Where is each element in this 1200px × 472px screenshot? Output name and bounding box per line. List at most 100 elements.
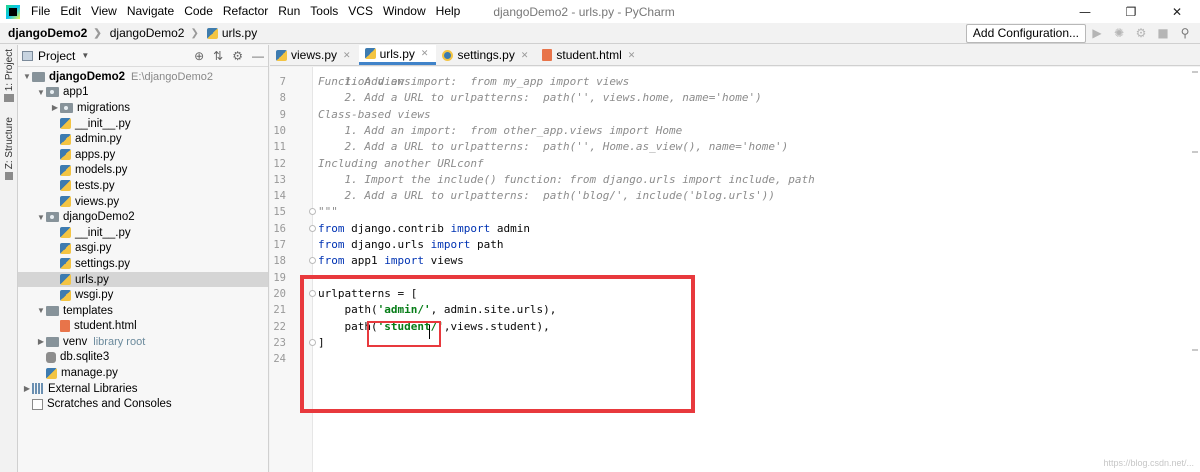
- expand-right-icon[interactable]: ▶: [22, 384, 32, 393]
- code-line: 14 2. Add a URL to urlpatterns: path('bl…: [270, 188, 1200, 204]
- expand-down-icon[interactable]: ▼: [36, 88, 46, 97]
- close-tab-icon[interactable]: ✕: [343, 50, 351, 61]
- expand-right-icon[interactable]: ▶: [50, 103, 60, 112]
- close-window-icon[interactable]: ✕: [1154, 0, 1200, 23]
- debug-icon[interactable]: ✺: [1112, 26, 1126, 40]
- expand-down-icon[interactable]: ▼: [22, 72, 32, 81]
- tree-item[interactable]: tests.py: [18, 178, 268, 194]
- tree-item[interactable]: admin.py: [18, 131, 268, 147]
- main-menu: File Edit View Navigate Code Refactor Run Tools…: [26, 0, 465, 23]
- locate-file-icon[interactable]: ⊕: [194, 49, 204, 63]
- fold-marker-icon[interactable]: [309, 257, 316, 265]
- code-token: 2. Add a URL to urlpatterns: path('', vi…: [318, 91, 762, 105]
- python-file-icon: [46, 367, 57, 379]
- tree-item-label: asgi.py: [75, 242, 112, 255]
- code-token: django.urls: [344, 238, 431, 251]
- tree-item[interactable]: apps.py: [18, 147, 268, 163]
- code-token: import: [450, 221, 491, 235]
- tree-item[interactable]: ▼ templates: [18, 303, 268, 319]
- expand-right-icon[interactable]: ▶: [36, 337, 46, 346]
- project-panel-title[interactable]: Project: [38, 49, 75, 63]
- expand-down-icon[interactable]: ▼: [36, 213, 46, 222]
- code-text: Including another URLconf: [318, 156, 484, 172]
- hide-panel-icon[interactable]: —: [252, 49, 264, 63]
- tree-item-label: manage.py: [61, 367, 118, 380]
- menu-item-code[interactable]: Code: [179, 0, 218, 23]
- tree-item[interactable]: ▶ migrations: [18, 100, 268, 116]
- tree-item[interactable]: wsgi.py: [18, 287, 268, 303]
- tree-item[interactable]: ▼ app1: [18, 85, 268, 101]
- menu-item-help[interactable]: Help: [431, 0, 466, 23]
- tree-item[interactable]: models.py: [18, 163, 268, 179]
- run-icon[interactable]: ▶: [1090, 26, 1104, 40]
- restore-icon[interactable]: ❐: [1108, 0, 1154, 23]
- menu-item-file[interactable]: File: [26, 0, 55, 23]
- add-configuration-button[interactable]: Add Configuration...: [965, 24, 1086, 43]
- expand-down-icon[interactable]: ▼: [36, 306, 46, 315]
- menu-item-window[interactable]: Window: [378, 0, 431, 23]
- code-token: 2. Add a URL to urlpatterns: path('blog/…: [318, 189, 775, 203]
- tree-item[interactable]: settings.py: [18, 256, 268, 272]
- tree-item[interactable]: ▼ djangoDemo2: [18, 209, 268, 225]
- breadcrumb-file[interactable]: urls.py: [199, 26, 257, 40]
- fold-marker-icon[interactable]: [309, 224, 316, 232]
- tree-item[interactable]: urls.py: [18, 271, 268, 288]
- line-number: 18: [273, 255, 286, 268]
- tree-item[interactable]: ▶ venv library root: [18, 334, 268, 350]
- gear-icon[interactable]: ⚙: [232, 49, 243, 63]
- menu-item-vcs[interactable]: VCS: [343, 0, 378, 23]
- menu-item-refactor[interactable]: Refactor: [218, 0, 273, 23]
- breadcrumb-package[interactable]: djangoDemo2 ❯: [102, 26, 199, 40]
- tree-item[interactable]: ▶ External Libraries: [18, 381, 268, 397]
- python-file-icon: [60, 242, 71, 254]
- tree-item[interactable]: manage.py: [18, 365, 268, 381]
- close-tab-icon[interactable]: ✕: [628, 50, 636, 61]
- python-file-icon: [60, 133, 71, 145]
- coverage-icon[interactable]: ⚙: [1134, 26, 1148, 40]
- tree-item[interactable]: db.sqlite3: [18, 350, 268, 366]
- editor-tab[interactable]: settings.py ✕: [436, 45, 536, 65]
- tree-item[interactable]: views.py: [18, 194, 268, 210]
- code-line: 12 Including another URLconf: [270, 156, 1200, 172]
- tree-item[interactable]: ▼ djangoDemo2 E:\djangoDemo2: [18, 69, 268, 85]
- highlight-box-urlpatterns: [300, 275, 695, 413]
- tree-item[interactable]: Scratches and Consoles: [18, 396, 268, 412]
- line-number: 24: [273, 353, 286, 366]
- editor-tab[interactable]: urls.py ✕: [358, 45, 437, 65]
- menu-item-tools[interactable]: Tools: [305, 0, 343, 23]
- menu-item-navigate[interactable]: Navigate: [122, 0, 179, 23]
- search-everywhere-icon[interactable]: ⚲: [1178, 26, 1192, 40]
- python-file-icon: [60, 258, 71, 270]
- menu-item-run[interactable]: Run: [273, 0, 305, 23]
- tree-item[interactable]: __init__.py: [18, 225, 268, 241]
- stop-icon[interactable]: ■: [1156, 26, 1170, 40]
- collapse-all-icon[interactable]: ⇅: [213, 49, 223, 63]
- tree-item-label: models.py: [75, 164, 128, 177]
- code-token: 2. Add a URL to urlpatterns: path('', Ho…: [318, 140, 789, 154]
- code-token: Including another URLconf: [318, 156, 484, 170]
- editor-tab[interactable]: student.html ✕: [536, 45, 643, 65]
- tab-project-tool[interactable]: 1: Project: [0, 49, 18, 103]
- scratch-icon: [32, 398, 43, 410]
- code-token: admin: [490, 221, 530, 235]
- tree-item[interactable]: student.html: [18, 319, 268, 335]
- tree-item[interactable]: __init__.py: [18, 116, 268, 132]
- close-tab-icon[interactable]: ✕: [521, 50, 529, 61]
- tree-item[interactable]: asgi.py: [18, 241, 268, 257]
- folder-icon: [46, 336, 59, 347]
- line-number: 19: [273, 271, 286, 284]
- breadcrumb-project[interactable]: djangoDemo2 ❯: [0, 26, 102, 40]
- editor-tab[interactable]: views.py ✕: [270, 45, 359, 65]
- tab-structure-tool[interactable]: Z: Structure: [0, 117, 18, 181]
- fold-marker-icon[interactable]: [309, 208, 316, 216]
- python-file-icon: [60, 149, 71, 161]
- minimize-icon[interactable]: —: [1062, 0, 1108, 23]
- breadcrumb-package-label: djangoDemo2: [109, 26, 185, 40]
- menu-item-edit[interactable]: Edit: [55, 0, 86, 23]
- chevron-down-icon[interactable]: ▼: [81, 51, 89, 60]
- tree-item-label: db.sqlite3: [60, 351, 110, 364]
- window-title: djangoDemo2 - urls.py - PyCharm: [493, 4, 675, 19]
- close-tab-icon[interactable]: ✕: [421, 48, 429, 59]
- code-line: 11 2. Add a URL to urlpatterns: path('',…: [270, 139, 1200, 155]
- menu-item-view[interactable]: View: [86, 0, 122, 23]
